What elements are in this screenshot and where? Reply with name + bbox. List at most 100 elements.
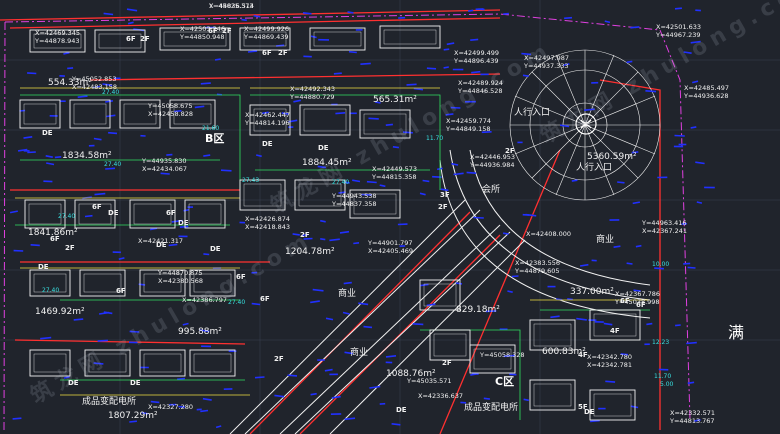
coordinate-label: Y=44814.196 <box>245 119 290 127</box>
floor-tag: 6F <box>126 35 136 43</box>
hatch-stroke <box>329 238 340 242</box>
hatch-stroke <box>203 154 211 157</box>
building-mark: DE <box>396 406 407 414</box>
hatch-stroke <box>220 169 232 172</box>
hatch-stroke <box>617 181 625 184</box>
coordinate-label: Y=45025.373 <box>209 2 254 10</box>
commercial-label: 商业 <box>338 289 357 299</box>
building-inner-outline <box>593 393 632 417</box>
hatch-stroke <box>331 395 341 399</box>
coordinate-label: X=42336.637 <box>418 392 464 400</box>
commercial-label: 商业 <box>596 235 615 245</box>
building-footprint[interactable] <box>469 344 516 374</box>
hatch-stroke <box>54 156 62 159</box>
building-footprint[interactable] <box>529 379 576 411</box>
building-inner-outline <box>193 353 232 373</box>
area-label: 1884.45m² <box>302 158 352 168</box>
hatch-stroke <box>302 12 312 15</box>
coordinate-label: X=42367.241 <box>642 227 688 235</box>
building-mark: DE <box>108 209 119 217</box>
building-inner-outline <box>23 103 57 125</box>
coordinate-label: Y=45035.571 <box>407 377 452 385</box>
building-mark: DE <box>42 129 53 137</box>
coordinate-label: Y=44963.416 <box>642 219 687 227</box>
diagonal-boulevard <box>229 199 526 434</box>
hatch-stroke <box>646 322 653 326</box>
coordinate-label: X=42499.499 <box>454 49 500 57</box>
cad-viewport[interactable]: 筑龙网 zhulong.com 筑龙网 zhulong.com 筑龙网 zhul… <box>0 0 780 434</box>
hatch-stroke <box>630 26 640 29</box>
substation-label: 成品变配电所 <box>464 403 519 413</box>
hatch-stroke <box>348 50 357 54</box>
hatch-stroke <box>613 245 621 248</box>
building-mark: DE <box>130 379 141 387</box>
hatch-stroke <box>108 131 118 135</box>
coordinate-label: Y=44936.984 <box>470 161 515 169</box>
zone-b-label: B区 <box>205 132 225 145</box>
coordinate-label: X=42332.571 <box>670 409 716 417</box>
coordinate-label: Y=44936.628 <box>684 92 729 100</box>
dimension-label: 27.40 <box>58 213 76 220</box>
hatch-stroke <box>253 14 261 18</box>
hatch-stroke <box>571 179 578 182</box>
building-footprint[interactable] <box>529 319 576 351</box>
building-footprint[interactable] <box>299 104 351 136</box>
hatch-stroke <box>166 153 173 156</box>
hatch-stroke <box>470 38 479 41</box>
building-footprint[interactable] <box>589 309 641 341</box>
building-inner-outline <box>303 108 347 132</box>
hatch-stroke <box>466 171 477 174</box>
floor-tag: 6F <box>620 297 630 305</box>
hatch-stroke <box>473 216 484 219</box>
hatch-stroke <box>391 423 401 426</box>
floor-tag: 6F <box>116 287 126 295</box>
floor-tag: 6F <box>166 209 176 217</box>
hatch-stroke <box>23 136 33 139</box>
dimension-label: 21.60 <box>202 125 220 132</box>
area-label: 1469.92m² <box>35 307 85 317</box>
building-inner-outline <box>188 203 222 225</box>
dimension-label: 27.40 <box>332 179 350 186</box>
coordinate-label: X=42501.633 <box>656 23 702 31</box>
hatch-stroke <box>183 208 190 212</box>
hatch-stroke <box>368 117 379 120</box>
hatch-stroke <box>630 405 639 409</box>
entrance-label: 人行入口 <box>514 108 551 118</box>
dimension-label: 12.23 <box>652 339 670 346</box>
coordinate-label: X=42449.573 <box>372 165 418 173</box>
building-inner-outline <box>28 203 62 225</box>
coordinate-label: Y=44849.158 <box>446 125 491 133</box>
coordinate-label: X=42380.568 <box>158 277 204 285</box>
building-footprint[interactable] <box>589 389 636 421</box>
building-footprint[interactable] <box>379 25 441 49</box>
hatch-stroke <box>687 381 695 385</box>
coordinate-label: Y=44870.875 <box>158 269 203 277</box>
floor-tag: 2F <box>274 355 284 363</box>
coordinate-label: X=42462.447 <box>245 111 291 119</box>
dimension-label: 27.43 <box>242 177 260 184</box>
hatch-stroke <box>385 355 397 358</box>
hatch-stroke <box>605 380 616 383</box>
hatch-stroke <box>455 282 463 285</box>
coordinate-label: X=42383.556 <box>515 259 561 267</box>
area-label: 829.18m² <box>456 305 500 315</box>
coordinate-label: X=42485.497 <box>684 84 730 92</box>
floor-tag: 6F <box>236 273 246 281</box>
dimension-label: 27.40 <box>102 89 120 96</box>
building-mark: DE <box>210 245 221 253</box>
floor-tag: 2F <box>140 35 150 43</box>
hatch-stroke <box>312 288 324 292</box>
hatch-stroke <box>674 7 682 10</box>
coordinate-label: X=42458.828 <box>148 110 194 118</box>
hatch-stroke <box>12 417 22 420</box>
hatch-stroke <box>325 317 334 321</box>
floor-tag: 2F <box>278 49 288 57</box>
hatch-stroke <box>335 112 346 115</box>
coordinate-label: X=42489.924 <box>458 79 504 87</box>
coordinate-label: Y=44837.358 <box>332 200 377 208</box>
building-footprint[interactable] <box>429 329 471 361</box>
floor-tag: 2F <box>505 147 515 155</box>
hatch-stroke <box>363 325 373 329</box>
hatch-stroke <box>94 192 106 196</box>
hatch-stroke <box>413 87 424 91</box>
